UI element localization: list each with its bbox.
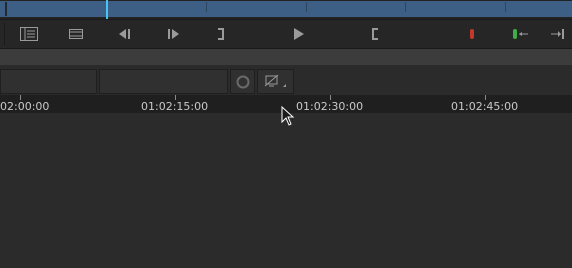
record-toggle-button[interactable] (230, 69, 255, 94)
mark-in-button[interactable] (368, 20, 382, 48)
mini-timeline-tick (306, 2, 307, 12)
mini-timeline-tick (405, 2, 406, 12)
ruler-label: 02:00:00 (0, 100, 50, 113)
red-marker-icon (470, 29, 474, 39)
mini-timeline-start-marker (5, 2, 7, 16)
mark-in-icon (372, 28, 378, 40)
transport-toolbar (0, 19, 572, 49)
previous-edit-button[interactable] (116, 20, 134, 48)
monitor-toggle-button[interactable] (257, 69, 294, 94)
ruler-label: 01:02:30:00 (296, 100, 364, 113)
ruler-label: 01:02:45:00 (451, 100, 519, 113)
timeline-view-icon (20, 27, 38, 41)
mark-out-icon (218, 28, 224, 40)
mini-timeline-tick (505, 2, 506, 12)
mini-timeline-tick (206, 2, 207, 12)
play-button[interactable] (290, 20, 308, 48)
previous-edit-icon (119, 29, 130, 39)
mini-timeline[interactable] (0, 0, 572, 19)
film-strip-icon (69, 29, 83, 39)
mark-out-button[interactable] (214, 20, 228, 48)
timeline-view-button[interactable] (18, 20, 40, 48)
header-field-left[interactable] (0, 69, 97, 94)
green-marker-button[interactable] (508, 20, 532, 48)
next-edit-icon (168, 29, 179, 39)
circle-icon (236, 75, 249, 88)
green-marker-icon (513, 29, 528, 39)
mouse-cursor-icon (281, 106, 295, 126)
panel-divider[interactable] (0, 49, 572, 65)
mini-playhead[interactable] (106, 0, 108, 19)
toolbar-separator (4, 23, 5, 45)
timeline-track-area[interactable] (0, 113, 572, 268)
red-marker-button[interactable] (464, 20, 480, 48)
next-edit-button[interactable] (164, 20, 182, 48)
play-icon (294, 28, 304, 40)
go-to-end-button[interactable] (548, 20, 568, 48)
mini-timeline-track[interactable] (0, 1, 572, 17)
timeline-header-row (0, 65, 572, 95)
go-to-end-icon (551, 29, 564, 39)
ruler-label: 01:02:15:00 (141, 100, 209, 113)
monitor-disabled-icon (264, 74, 286, 87)
film-strip-button[interactable] (67, 20, 85, 48)
header-field-right[interactable] (99, 69, 228, 94)
